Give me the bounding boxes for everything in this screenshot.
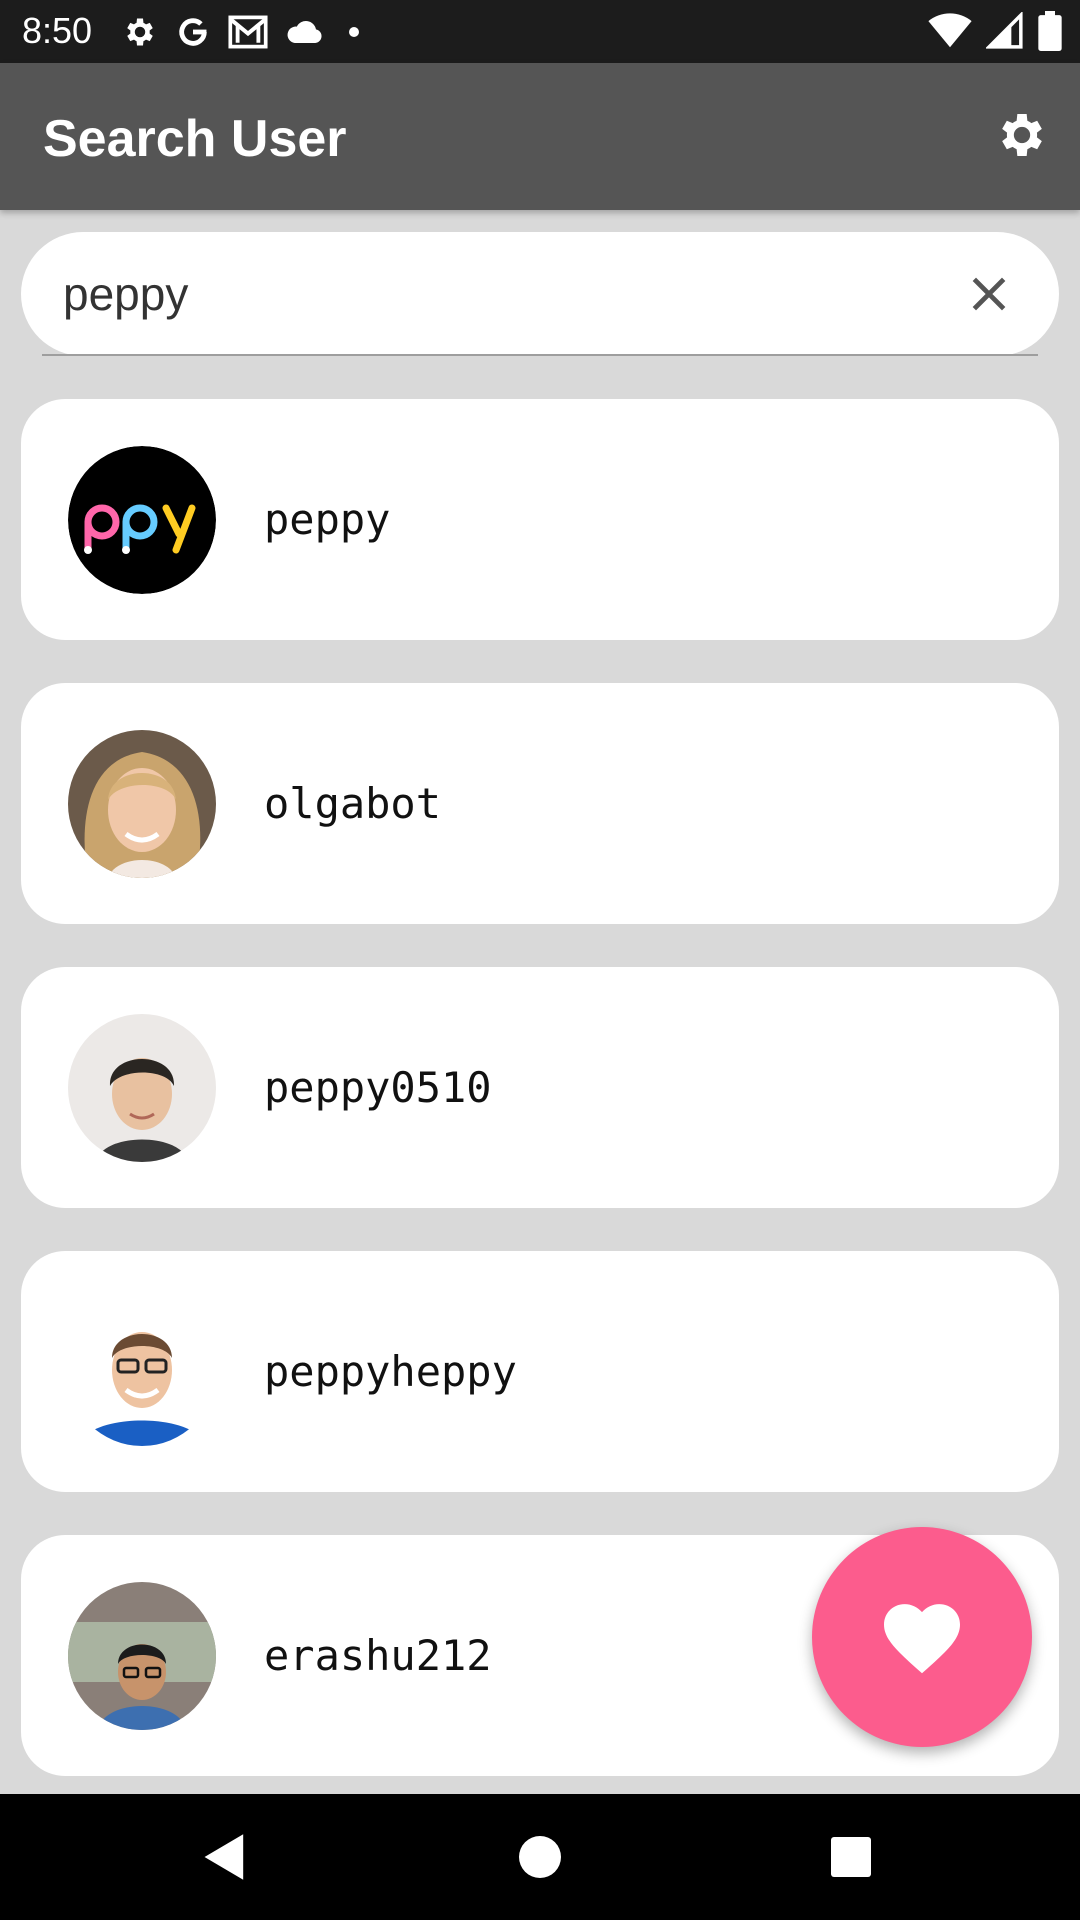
battery-icon bbox=[1038, 11, 1062, 51]
settings-button[interactable] bbox=[990, 103, 1054, 167]
favorites-fab[interactable] bbox=[812, 1527, 1032, 1747]
recents-icon bbox=[831, 1837, 871, 1877]
search-bar bbox=[21, 232, 1059, 356]
avatar bbox=[68, 1582, 216, 1730]
navigation-bar bbox=[0, 1794, 1080, 1920]
username: olgabot bbox=[264, 779, 442, 828]
back-icon bbox=[204, 1834, 244, 1880]
gmail-icon bbox=[228, 15, 268, 49]
recents-button[interactable] bbox=[821, 1827, 881, 1887]
gear-icon bbox=[1002, 114, 1042, 156]
settings-icon bbox=[122, 14, 158, 50]
avatar bbox=[68, 1014, 216, 1162]
cloud-icon bbox=[286, 17, 324, 47]
search-underline bbox=[42, 354, 1038, 356]
clear-search-button[interactable] bbox=[961, 266, 1017, 322]
back-button[interactable] bbox=[195, 1827, 255, 1887]
username: peppyheppy bbox=[264, 1347, 517, 1396]
signal-icon bbox=[986, 12, 1024, 50]
avatar bbox=[68, 1298, 216, 1446]
avatar bbox=[68, 446, 216, 594]
avatar bbox=[68, 730, 216, 878]
user-card[interactable]: peppy bbox=[21, 399, 1059, 640]
dot-icon bbox=[342, 20, 366, 44]
home-button[interactable] bbox=[510, 1827, 570, 1887]
close-icon bbox=[972, 277, 1006, 311]
heart-icon bbox=[884, 1604, 960, 1674]
home-icon bbox=[519, 1836, 561, 1878]
status-bar: 8:50 bbox=[0, 0, 1080, 63]
status-time: 8:50 bbox=[22, 10, 93, 51]
search-input[interactable] bbox=[63, 262, 943, 326]
page-title: Search User bbox=[43, 110, 347, 168]
app-bar: Search User bbox=[0, 63, 1080, 210]
username: peppy bbox=[264, 495, 391, 544]
user-card[interactable]: peppy0510 bbox=[21, 967, 1059, 1208]
google-icon bbox=[176, 15, 210, 49]
wifi-icon bbox=[928, 13, 972, 49]
username: erashu212 bbox=[264, 1631, 492, 1680]
notification-icons bbox=[122, 12, 366, 52]
user-card[interactable]: peppyheppy bbox=[21, 1251, 1059, 1492]
user-card[interactable]: olgabot bbox=[21, 683, 1059, 924]
system-icons bbox=[928, 10, 1062, 52]
username: peppy0510 bbox=[264, 1063, 492, 1112]
